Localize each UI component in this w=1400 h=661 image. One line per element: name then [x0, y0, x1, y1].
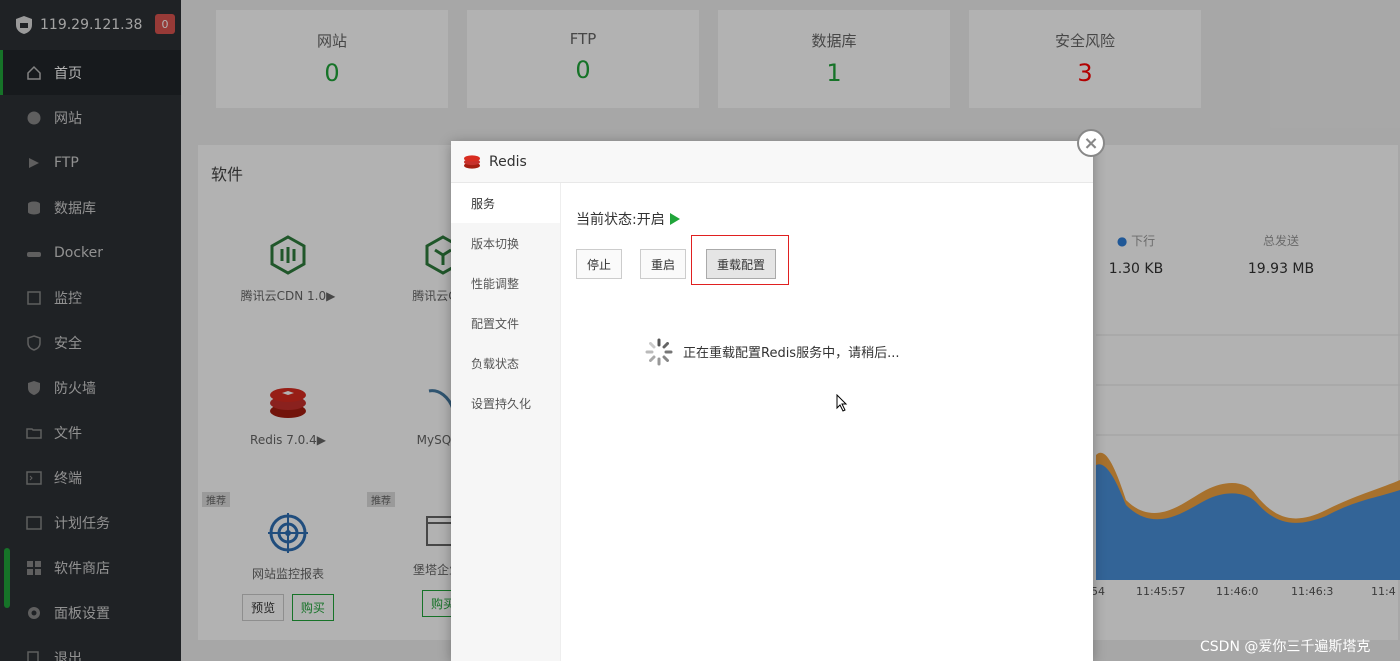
status-label: 当前状态:: [576, 212, 637, 228]
modal-tab-load-status[interactable]: 负载状态: [451, 343, 560, 383]
modal-tab-performance[interactable]: 性能调整: [451, 263, 560, 303]
close-icon[interactable]: ×: [1077, 129, 1105, 157]
loading-text: 正在重载配置Redis服务中，请稍后...: [683, 346, 900, 361]
modal-tab-version[interactable]: 版本切换: [451, 223, 560, 263]
modal-title: Redis: [489, 153, 527, 170]
modal-tab-config-file[interactable]: 配置文件: [451, 303, 560, 343]
watermark: CSDN @爱你三千遍斯塔克: [1200, 639, 1371, 655]
play-icon: [669, 213, 680, 225]
status-value: 开启: [636, 212, 665, 228]
service-status: 当前状态: 开启: [576, 209, 680, 229]
restart-button[interactable]: 重启: [640, 249, 687, 279]
loading-toast: 正在重载配置Redis服务中，请稍后...: [631, 322, 912, 381]
redis-modal: Redis 服务 版本切换 性能调整 配置文件 负载状态 设置持久化 当前状态:…: [451, 141, 1093, 661]
modal-tab-persistence[interactable]: 设置持久化: [451, 383, 560, 423]
modal-header: Redis: [451, 141, 1093, 183]
modal-tab-service[interactable]: 服务: [451, 183, 560, 223]
mouse-cursor-icon: [836, 394, 848, 412]
redis-icon: [464, 154, 480, 169]
click-highlight: [691, 235, 789, 285]
modal-body: 当前状态: 开启 停止 重启 重载配置: [561, 183, 1093, 661]
modal-nav: 服务 版本切换 性能调整 配置文件 负载状态 设置持久化: [451, 183, 561, 661]
spinner-icon: [645, 338, 673, 365]
stop-button[interactable]: 停止: [576, 249, 623, 279]
